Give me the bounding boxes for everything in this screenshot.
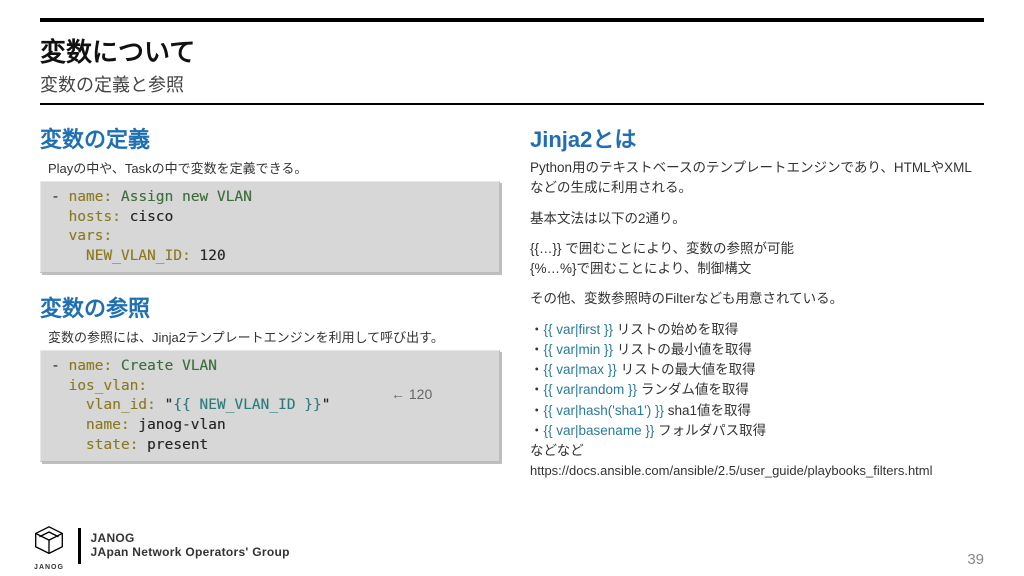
code-key: vlan_id:	[86, 397, 156, 413]
column-right: Jinja2とは Python用のテキストベースのテンプレートエンジンであり、H…	[530, 122, 984, 526]
code-val: janog-vlan	[130, 417, 226, 433]
section-heading-definition: 変数の定義	[40, 122, 500, 154]
code-val: 120	[191, 248, 226, 264]
logo-line-2: JApan Network Operators' Group	[91, 546, 290, 560]
filter-list: ・{{ var|first }} リストの始めを取得 ・{{ var|min }…	[530, 320, 984, 442]
filter-item: ・{{ var|basename }} フォルダパス取得	[530, 421, 984, 441]
paragraph: {{…}} で囲むことにより、変数の参照が可能 {%…%}で囲むことにより、制御…	[530, 239, 984, 280]
section-desc-reference: 変数の参照には、Jinja2テンプレートエンジンを利用して呼び出す。	[48, 327, 500, 346]
top-rule	[40, 18, 984, 22]
code-quote: "	[156, 397, 173, 413]
filter-expr: {{ var|hash('sha1') }}	[544, 403, 665, 418]
logo-wrap: JANOG JANOG JApan Network Operators' Gro…	[30, 522, 290, 571]
filter-item: ・{{ var|hash('sha1') }} sha1値を取得	[530, 401, 984, 421]
code-block-reference: - name: Create VLAN ios_vlan: vlan_id: "…	[40, 350, 500, 462]
code-val: present	[138, 437, 208, 453]
doc-url: https://docs.ansible.com/ansible/2.5/use…	[530, 461, 984, 481]
code-text	[51, 437, 86, 453]
code-key: NEW_VLAN_ID:	[86, 248, 191, 264]
syntax-line: {%…%}で囲むことにより、制御構文	[530, 261, 751, 276]
column-left: 変数の定義 Playの中や、Taskの中で変数を定義できる。 - name: A…	[40, 122, 500, 526]
code-key: name:	[68, 358, 112, 374]
filter-item: ・{{ var|random }} ランダム値を取得	[530, 380, 984, 400]
code-jinja: {{ NEW_VLAN_ID }}	[173, 397, 321, 413]
code-text: -	[51, 189, 68, 205]
code-key: ios_vlan:	[68, 378, 147, 394]
code-text	[51, 397, 86, 413]
paragraph: その他、変数参照時のFilterなども用意されている。	[530, 289, 984, 309]
filter-expr: {{ var|max }}	[544, 362, 617, 377]
content-area: 変数の定義 Playの中や、Taskの中で変数を定義できる。 - name: A…	[40, 122, 984, 526]
arrow-annotation: ← 120	[391, 385, 432, 404]
code-key: hosts:	[68, 209, 120, 225]
filter-desc: リストの最小値を取得	[613, 342, 752, 357]
filter-item: ・{{ var|first }} リストの始めを取得	[530, 320, 984, 340]
section-heading-reference: 変数の参照	[40, 291, 500, 323]
code-block-definition: - name: Assign new VLAN hosts: cisco var…	[40, 181, 500, 273]
code-key: vars:	[68, 228, 112, 244]
filter-expr: {{ var|first }}	[544, 322, 614, 337]
code-key: name:	[86, 417, 130, 433]
filter-item: ・{{ var|min }} リストの最小値を取得	[530, 340, 984, 360]
filter-expr: {{ var|basename }}	[544, 423, 655, 438]
logo-divider	[78, 528, 81, 564]
logo-line-1: JANOG	[91, 532, 290, 546]
filter-item: ・{{ var|max }} リストの最大値を取得	[530, 360, 984, 380]
code-val: Create VLAN	[112, 358, 217, 374]
section-desc-definition: Playの中や、Taskの中で変数を定義できる。	[48, 158, 500, 177]
filter-desc: ランダム値を取得	[637, 382, 749, 397]
paragraph: Python用のテキストベースのテンプレートエンジンであり、HTMLやXMLなど…	[530, 158, 984, 199]
logo-text: JANOG JApan Network Operators' Group	[91, 532, 290, 560]
filter-desc: リストの最大値を取得	[617, 362, 756, 377]
code-text	[51, 378, 68, 394]
filter-expr: {{ var|min }}	[544, 342, 614, 357]
code-text: -	[51, 358, 68, 374]
slide-subtitle: 変数の定義と参照	[40, 71, 984, 97]
code-val: cisco	[121, 209, 173, 225]
page-number: 39	[967, 551, 984, 568]
janog-logo-icon: JANOG	[30, 522, 68, 571]
code-quote: "	[322, 397, 331, 413]
slide-title: 変数について	[40, 32, 984, 69]
jinja2-body: Python用のテキストベースのテンプレートエンジンであり、HTMLやXMLなど…	[530, 158, 984, 481]
code-key: name:	[68, 189, 112, 205]
filter-desc: リストの始めを取得	[613, 322, 738, 337]
logo-under-text: JANOG	[30, 564, 68, 571]
slide-header: 変数について 変数の定義と参照	[40, 32, 984, 105]
code-text	[51, 417, 86, 433]
filter-desc: フォルダパス取得	[654, 423, 766, 438]
code-text	[51, 209, 68, 225]
code-key: state:	[86, 437, 138, 453]
syntax-line: {{…}} で囲むことにより、変数の参照が可能	[530, 241, 794, 256]
footer: JANOG JANOG JApan Network Operators' Gro…	[30, 526, 984, 566]
paragraph: 基本文法は以下の2通り。	[530, 209, 984, 229]
code-text	[51, 248, 86, 264]
paragraph: などなど	[530, 441, 984, 461]
code-val: Assign new VLAN	[112, 189, 252, 205]
filter-desc: sha1値を取得	[664, 403, 751, 418]
filter-expr: {{ var|random }}	[544, 382, 638, 397]
code-text	[51, 228, 68, 244]
section-heading-jinja2: Jinja2とは	[530, 122, 984, 154]
